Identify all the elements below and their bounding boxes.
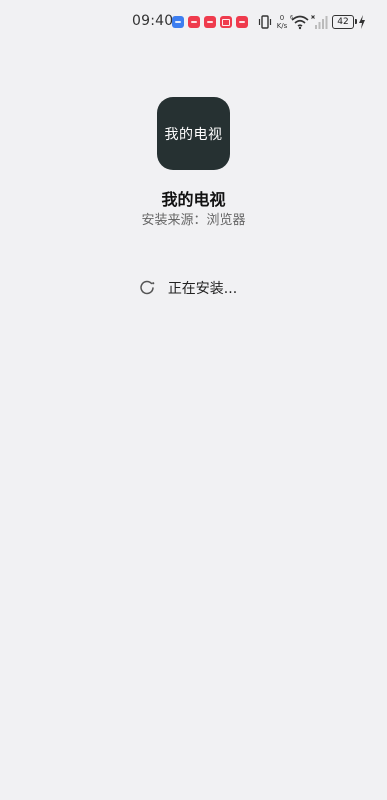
- app-icon-label: 我的电视: [164, 126, 223, 143]
- battery-indicator: 42: [332, 15, 354, 29]
- status-time: 09:40: [132, 13, 174, 29]
- signal-icon: [311, 15, 328, 29]
- installing-status: 正在安装...: [0, 278, 387, 298]
- network-speed-unit: K/s: [276, 22, 288, 30]
- loading-spinner-icon: [140, 280, 155, 295]
- app-notification-icon: [188, 16, 200, 28]
- app-notification-icon: [204, 16, 216, 28]
- app-notification-icon: [172, 16, 184, 28]
- app-icon: 我的电视: [157, 97, 230, 170]
- app-notification-icon: [220, 16, 232, 28]
- charging-icon: [359, 15, 365, 29]
- app-notification-icon: [236, 16, 248, 28]
- status-bar: 09:40 0 K/s 6 42: [0, 0, 387, 44]
- network-speed: 0 K/s: [276, 14, 288, 30]
- vibrate-icon: [258, 15, 272, 29]
- notification-icons: [172, 16, 248, 28]
- install-source: 安装来源：浏览器: [141, 213, 246, 228]
- network-speed-value: 0: [279, 14, 285, 22]
- battery-tip: [355, 19, 357, 24]
- app-name: 我的电视: [161, 190, 226, 209]
- svg-text:6: 6: [290, 15, 293, 21]
- wifi-icon: 6: [290, 15, 309, 30]
- installing-text: 正在安装...: [167, 281, 238, 297]
